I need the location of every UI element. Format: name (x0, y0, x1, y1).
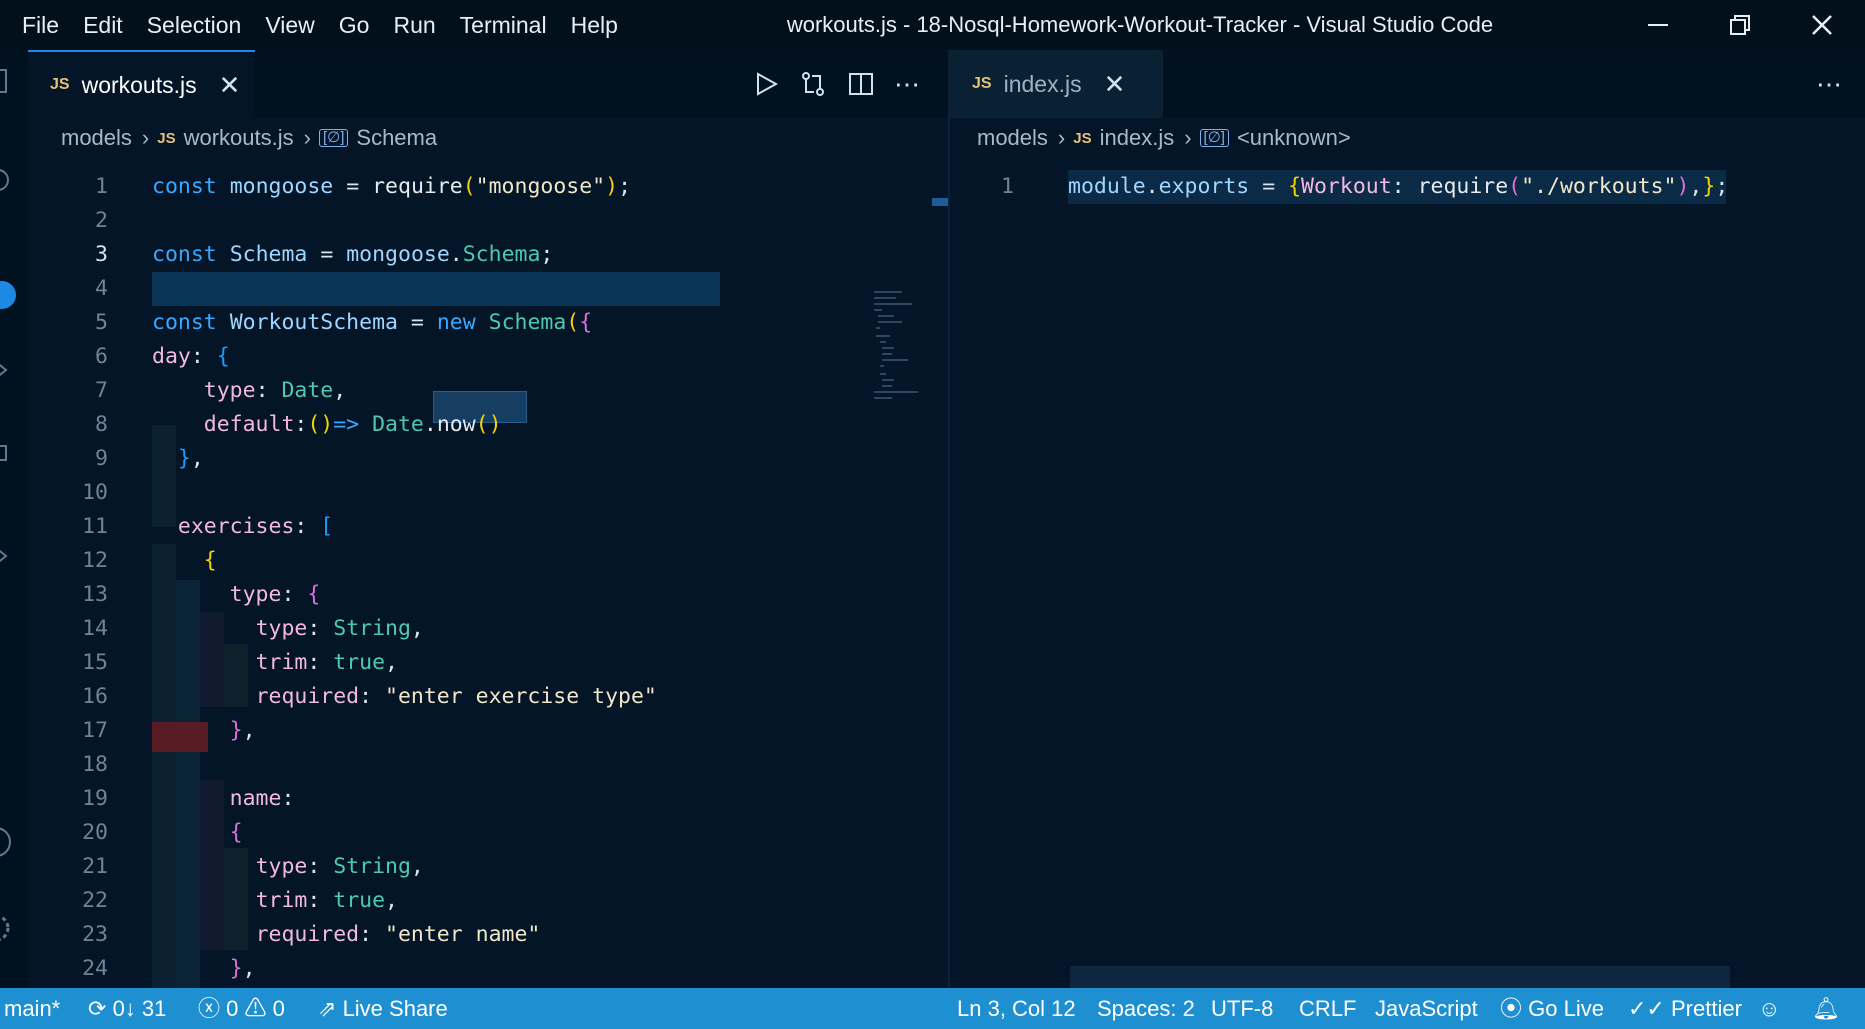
menu-go[interactable]: Go (327, 0, 382, 50)
minimap[interactable] (872, 290, 924, 400)
chevron-right-icon: › (141, 125, 150, 150)
symbol-variable-icon: [∅] (318, 129, 349, 147)
menu-run[interactable]: Run (381, 0, 447, 50)
live-share-label: Live Share (342, 996, 448, 1021)
breadcrumb-file[interactable]: workouts.js (184, 125, 294, 151)
play-icon (757, 72, 779, 96)
chevron-right-icon: › (1057, 125, 1066, 150)
menu-view[interactable]: View (253, 0, 326, 50)
javascript-file-icon: JS (1073, 129, 1092, 147)
notifications-bell-icon[interactable]: 🔔︎ (1812, 988, 1840, 1029)
menu-edit[interactable]: Edit (71, 0, 135, 50)
breadcrumb-file[interactable]: index.js (1100, 125, 1175, 151)
tab-index-js[interactable]: JS index.js ✕ (950, 50, 1163, 118)
language-mode[interactable]: JavaScript (1375, 988, 1478, 1029)
editor-group-left: JS workouts.js ✕ ⋯ models › JS workouts.… (28, 50, 948, 988)
javascript-file-icon: JS (157, 129, 176, 147)
horizontal-scrollbar[interactable] (1070, 966, 1730, 988)
menu-help[interactable]: Help (559, 0, 630, 50)
code-editor-right[interactable]: 1 module.exports = {Workout: require("./w… (950, 170, 1865, 988)
broadcast-icon: ⦿ (1500, 996, 1523, 1021)
symbol-variable-icon: [∅] (1199, 129, 1229, 147)
chevron-right-icon: › (1184, 125, 1192, 150)
breadcrumb-symbol[interactable]: Schema (356, 125, 437, 151)
javascript-file-icon: JS (50, 76, 70, 93)
split-editor-button[interactable] (838, 50, 884, 118)
window-title: workouts.js - 18-Nosql-Homework-Workout-… (786, 12, 1494, 37)
compare-changes-button[interactable] (790, 50, 836, 118)
problems-button[interactable]: ⓧ 0 ⚠ 0 (198, 988, 285, 1029)
close-window-button[interactable] (1782, 0, 1862, 50)
tab-label: workouts.js (81, 71, 197, 98)
feedback-icon[interactable]: ☺ (1758, 988, 1780, 1029)
activity-icons[interactable] (0, 50, 28, 988)
encoding[interactable]: UTF-8 (1211, 988, 1273, 1029)
live-share-icon: ⇗ (318, 996, 337, 1021)
double-check-icon: ✓✓ (1628, 996, 1665, 1021)
title-bar: File Edit Selection View Go Run Terminal… (0, 0, 1865, 50)
error-count: 0 (226, 996, 239, 1021)
run-button[interactable] (743, 50, 789, 118)
minimize-icon (1648, 24, 1668, 26)
more-actions-button[interactable]: ⋯ (1806, 50, 1852, 118)
indentation[interactable]: Spaces: 2 (1097, 988, 1195, 1029)
close-icon (1812, 15, 1832, 35)
prettier-label: Prettier (1671, 996, 1742, 1021)
tab-close-icon[interactable]: ✕ (1104, 69, 1126, 100)
javascript-file-icon: JS (972, 75, 992, 92)
go-live-label: Go Live (1528, 996, 1604, 1021)
menu-selection[interactable]: Selection (135, 0, 254, 50)
breadcrumb-left: models › JS workouts.js › [∅] Schema (28, 118, 948, 158)
sync-button[interactable]: ⟳ 0↓ 31 (88, 988, 166, 1029)
tab-close-icon[interactable]: ✕ (219, 70, 241, 101)
tab-workouts-js[interactable]: JS workouts.js ✕ (28, 50, 255, 118)
tab-label: index.js (1003, 70, 1082, 97)
more-actions-button[interactable]: ⋯ (884, 50, 930, 118)
restore-icon (1730, 15, 1750, 35)
activity-bar (0, 50, 28, 988)
code-editor-left[interactable]: 1 const mongoose = require("mongoose"); 2… (28, 170, 948, 988)
current-line-highlight (152, 272, 720, 306)
warning-count: 0 (272, 996, 285, 1021)
more-actions-icon: ⋯ (1816, 68, 1842, 99)
more-actions-icon: ⋯ (894, 68, 920, 99)
status-bar: main* ⟳ 0↓ 31 ⓧ 0 ⚠ 0 ⇗ Live Share Ln 3,… (0, 988, 1865, 1029)
menu-file[interactable]: File (10, 0, 71, 50)
warning-icon: ⚠ (244, 996, 267, 1021)
breadcrumb-right: models › JS index.js › [∅] <unknown> (950, 118, 1865, 158)
line-ending[interactable]: CRLF (1299, 988, 1356, 1029)
go-live-button[interactable]: ⦿ Go Live (1500, 988, 1604, 1029)
chevron-right-icon: › (303, 125, 311, 150)
tab-bar-right: JS index.js ✕ ⋯ (950, 50, 1865, 118)
scrollbar-thumb[interactable] (932, 198, 948, 206)
compare-changes-icon (802, 72, 824, 96)
split-editor-icon (849, 73, 873, 95)
editor-group-right: JS index.js ✕ ⋯ models › JS index.js › [… (950, 50, 1865, 988)
cursor-position[interactable]: Ln 3, Col 12 (957, 988, 1076, 1029)
menu-bar: File Edit Selection View Go Run Terminal… (0, 0, 630, 50)
tab-bar-left: JS workouts.js ✕ ⋯ (28, 50, 948, 118)
minimize-button[interactable] (1618, 0, 1698, 50)
breadcrumb-folder[interactable]: models (61, 125, 132, 151)
menu-terminal[interactable]: Terminal (448, 0, 559, 50)
sync-status: 0↓ 31 (112, 996, 167, 1021)
restore-button[interactable] (1700, 0, 1780, 50)
sync-icon: ⟳ (88, 996, 107, 1021)
error-icon: ⓧ (198, 996, 221, 1021)
breadcrumb-symbol[interactable]: <unknown> (1237, 125, 1351, 151)
breadcrumb-folder[interactable]: models (977, 125, 1048, 151)
prettier-button[interactable]: ✓✓ Prettier (1628, 988, 1742, 1029)
live-share-button[interactable]: ⇗ Live Share (318, 988, 448, 1029)
branch-indicator[interactable]: main* (4, 988, 60, 1029)
